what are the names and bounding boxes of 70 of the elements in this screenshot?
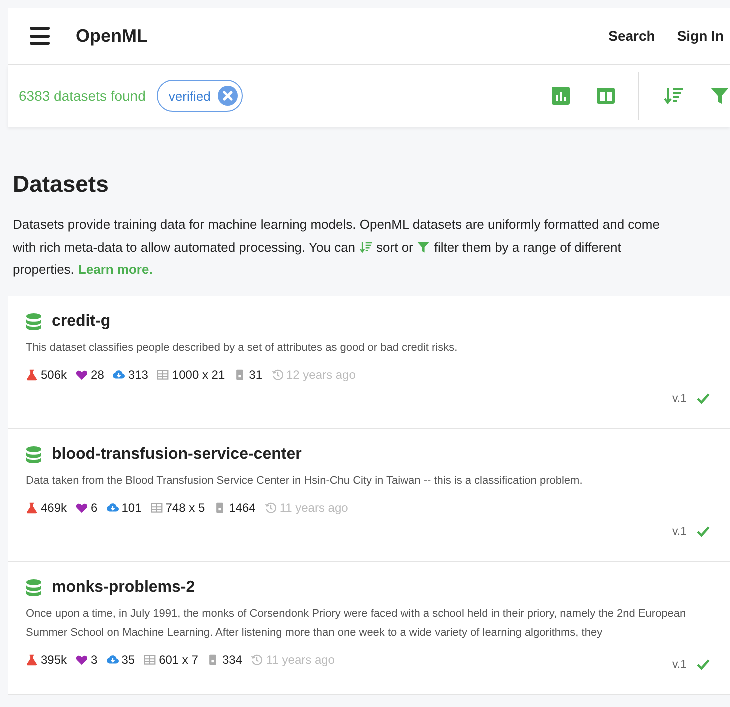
dataset-name[interactable]: monks-problems-2	[52, 578, 196, 596]
filter-icon[interactable]	[710, 86, 730, 106]
downloads-count: 313	[128, 368, 148, 382]
upload-age: 12 years ago	[286, 368, 356, 382]
table-icon	[144, 654, 156, 666]
flask-icon	[26, 654, 38, 666]
dataset-description: Data taken from the Blood Transfusion Service Center in Hsin-Chu City in Taiwan -- this is a classification problem.	[26, 474, 584, 488]
nav-link[interactable]: Search	[608, 28, 656, 44]
runs-count: 469k	[41, 500, 68, 514]
intro-text: sort or	[376, 238, 414, 256]
downloads-count: 101	[122, 500, 142, 514]
tasks-count: 334	[222, 652, 242, 666]
dimensions-text: 748 x 5	[166, 500, 206, 514]
dataset-description: This dataset classifies people described by a set of attributes as good or bad credit risks.	[26, 340, 459, 356]
app-title: OpenML	[76, 26, 148, 46]
version-label: v.1	[672, 658, 687, 670]
history-icon	[272, 368, 284, 380]
dataset-name[interactable]: blood-transfusion-service-center	[52, 446, 302, 464]
dimensions-text: 601 x 7	[159, 652, 198, 666]
history-icon	[251, 654, 264, 666]
dataset-card[interactable]	[8, 562, 730, 694]
intro-text: filter them by a range of different	[434, 238, 622, 257]
download-icon	[106, 502, 119, 514]
likes-count: 6	[91, 500, 98, 514]
page-heading: Datasets	[13, 171, 110, 198]
runs-count: 395k	[41, 652, 68, 666]
dataset-card[interactable]: blood-transfusion-service-center Data taken from the Blood Transfusion Service Center in Hsin-Chu City in Taiwan -- this is a classification problem. 469k 6 101 748 x 5 1464 11 years ago v.1	[8, 428, 730, 562]
upload-age: 11 years ago	[266, 652, 335, 666]
tasks-count: 31	[249, 368, 262, 382]
dimensions-text: 1000 x 21	[172, 368, 226, 382]
document-icon	[214, 502, 226, 514]
runs-count: 506k	[41, 368, 68, 382]
database-icon	[26, 578, 42, 596]
table-icon	[150, 502, 163, 514]
flask-icon	[26, 502, 38, 514]
download-icon	[106, 654, 119, 666]
nav-link[interactable]: Sign In	[677, 28, 724, 44]
document-icon	[234, 368, 246, 380]
heart-icon	[76, 368, 88, 380]
table-icon	[157, 368, 170, 380]
tasks-count: 1464	[229, 500, 256, 514]
downloads-count: 35	[122, 652, 136, 666]
sort-icon	[360, 241, 373, 254]
version-label: v.1	[672, 526, 687, 538]
version-label: v.1	[672, 392, 687, 404]
dataset-card[interactable]: credit-g This dataset classifies people described by a set of attributes as good or bad credit risks. 506k 28 313 1000 x 21 31 12 years ago v.1	[8, 296, 730, 428]
database-icon	[26, 312, 42, 330]
database-icon	[26, 446, 42, 464]
result-count: 6383 datasets found	[19, 88, 146, 104]
close-icon[interactable]	[218, 86, 238, 106]
history-icon	[264, 502, 277, 514]
flask-icon	[26, 368, 38, 380]
intro-text: Datasets provide training data for machine learning models. OpenML datasets are uniformly formatted and come	[13, 216, 660, 234]
upload-age: 11 years ago	[280, 500, 348, 514]
chart-icon[interactable]	[551, 86, 571, 106]
intro-text: properties.	[13, 261, 74, 279]
heart-icon	[76, 654, 88, 666]
intro-text: with rich meta-data to allow automated processing. You can	[13, 238, 356, 257]
likes-count: 3	[91, 652, 98, 666]
download-icon	[113, 368, 126, 380]
split-view-icon[interactable]	[596, 86, 616, 106]
menu-icon[interactable]	[30, 27, 50, 45]
heart-icon	[76, 502, 88, 514]
filter-chip[interactable]: verified	[156, 80, 243, 112]
document-icon	[207, 654, 220, 666]
likes-count: 28	[91, 368, 104, 382]
sort-icon[interactable]	[664, 86, 684, 106]
dataset-description: Once upon a time, in July 1991, the monks of Corsendonk Priory were faced with a school held in their priory, namely the 2nd European Summer School on Machine Learning. After listening more than one week to a wide variety of learning algorithms, they	[26, 606, 688, 640]
filter-icon	[417, 241, 430, 254]
dataset-name[interactable]: credit-g	[52, 312, 111, 330]
